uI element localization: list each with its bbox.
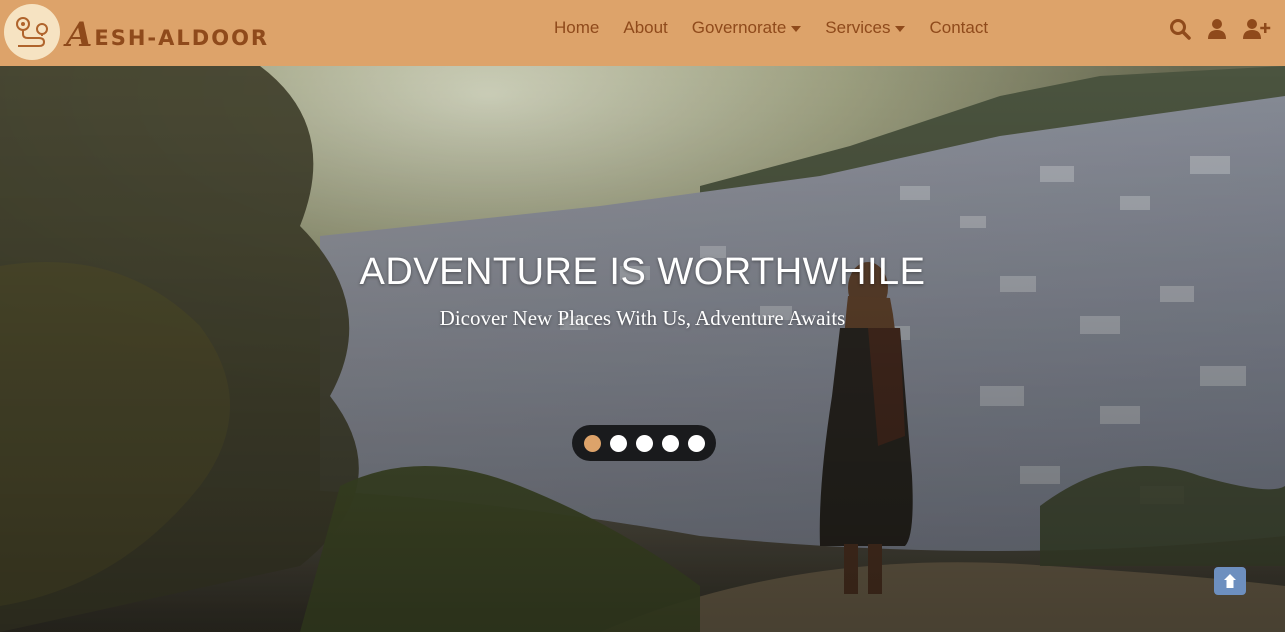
map-route-icon	[16, 17, 48, 47]
user-plus-icon[interactable]	[1243, 18, 1271, 40]
nav-governorate-label: Governorate	[691, 18, 787, 37]
hero-title: ADVENTURE IS WORTHWHILE	[359, 251, 926, 293]
navbar: A ESH-ALDOOR Home About Governorate Serv…	[0, 0, 1285, 66]
brand-name[interactable]: A ESH-ALDOOR	[66, 11, 269, 55]
arrow-up-icon	[1224, 574, 1236, 588]
scroll-to-top-button[interactable]	[1214, 567, 1246, 595]
brand-rest: ESH-ALDOOR	[94, 26, 270, 50]
nav-icons	[1169, 18, 1271, 40]
hero-subtitle: Dicover New Places With Us, Adventure Aw…	[439, 306, 846, 330]
caret-down-icon	[791, 25, 802, 32]
carousel-indicators	[572, 425, 716, 461]
nav-governorate[interactable]: Governorate	[692, 18, 802, 38]
nav-services[interactable]: Services	[825, 18, 906, 38]
nav-about[interactable]: About	[623, 18, 667, 38]
nav-home[interactable]: Home	[554, 18, 599, 38]
hero-carousel: ADVENTURE IS WORTHWHILE Dicover New Plac…	[0, 66, 1285, 632]
search-icon[interactable]	[1169, 18, 1191, 40]
brand-first-letter: A	[66, 15, 95, 55]
carousel-dot-2[interactable]	[609, 434, 627, 452]
carousel-dot-4[interactable]	[661, 434, 679, 452]
carousel-dot-3[interactable]	[635, 434, 653, 452]
hero-background-image	[0, 66, 1285, 632]
nav-services-label: Services	[825, 18, 891, 37]
carousel-dot-5[interactable]	[687, 434, 705, 452]
logo[interactable]	[4, 4, 60, 60]
nav-contact[interactable]: Contact	[929, 18, 988, 38]
nav-about-label: About	[623, 18, 668, 37]
carousel-dot-1[interactable]	[583, 434, 601, 452]
nav-contact-label: Contact	[929, 18, 989, 37]
caret-down-icon	[895, 25, 906, 32]
nav-menu: Home About Governorate Services Contact	[554, 18, 1012, 38]
nav-home-label: Home	[554, 18, 600, 37]
user-icon[interactable]	[1207, 18, 1227, 40]
